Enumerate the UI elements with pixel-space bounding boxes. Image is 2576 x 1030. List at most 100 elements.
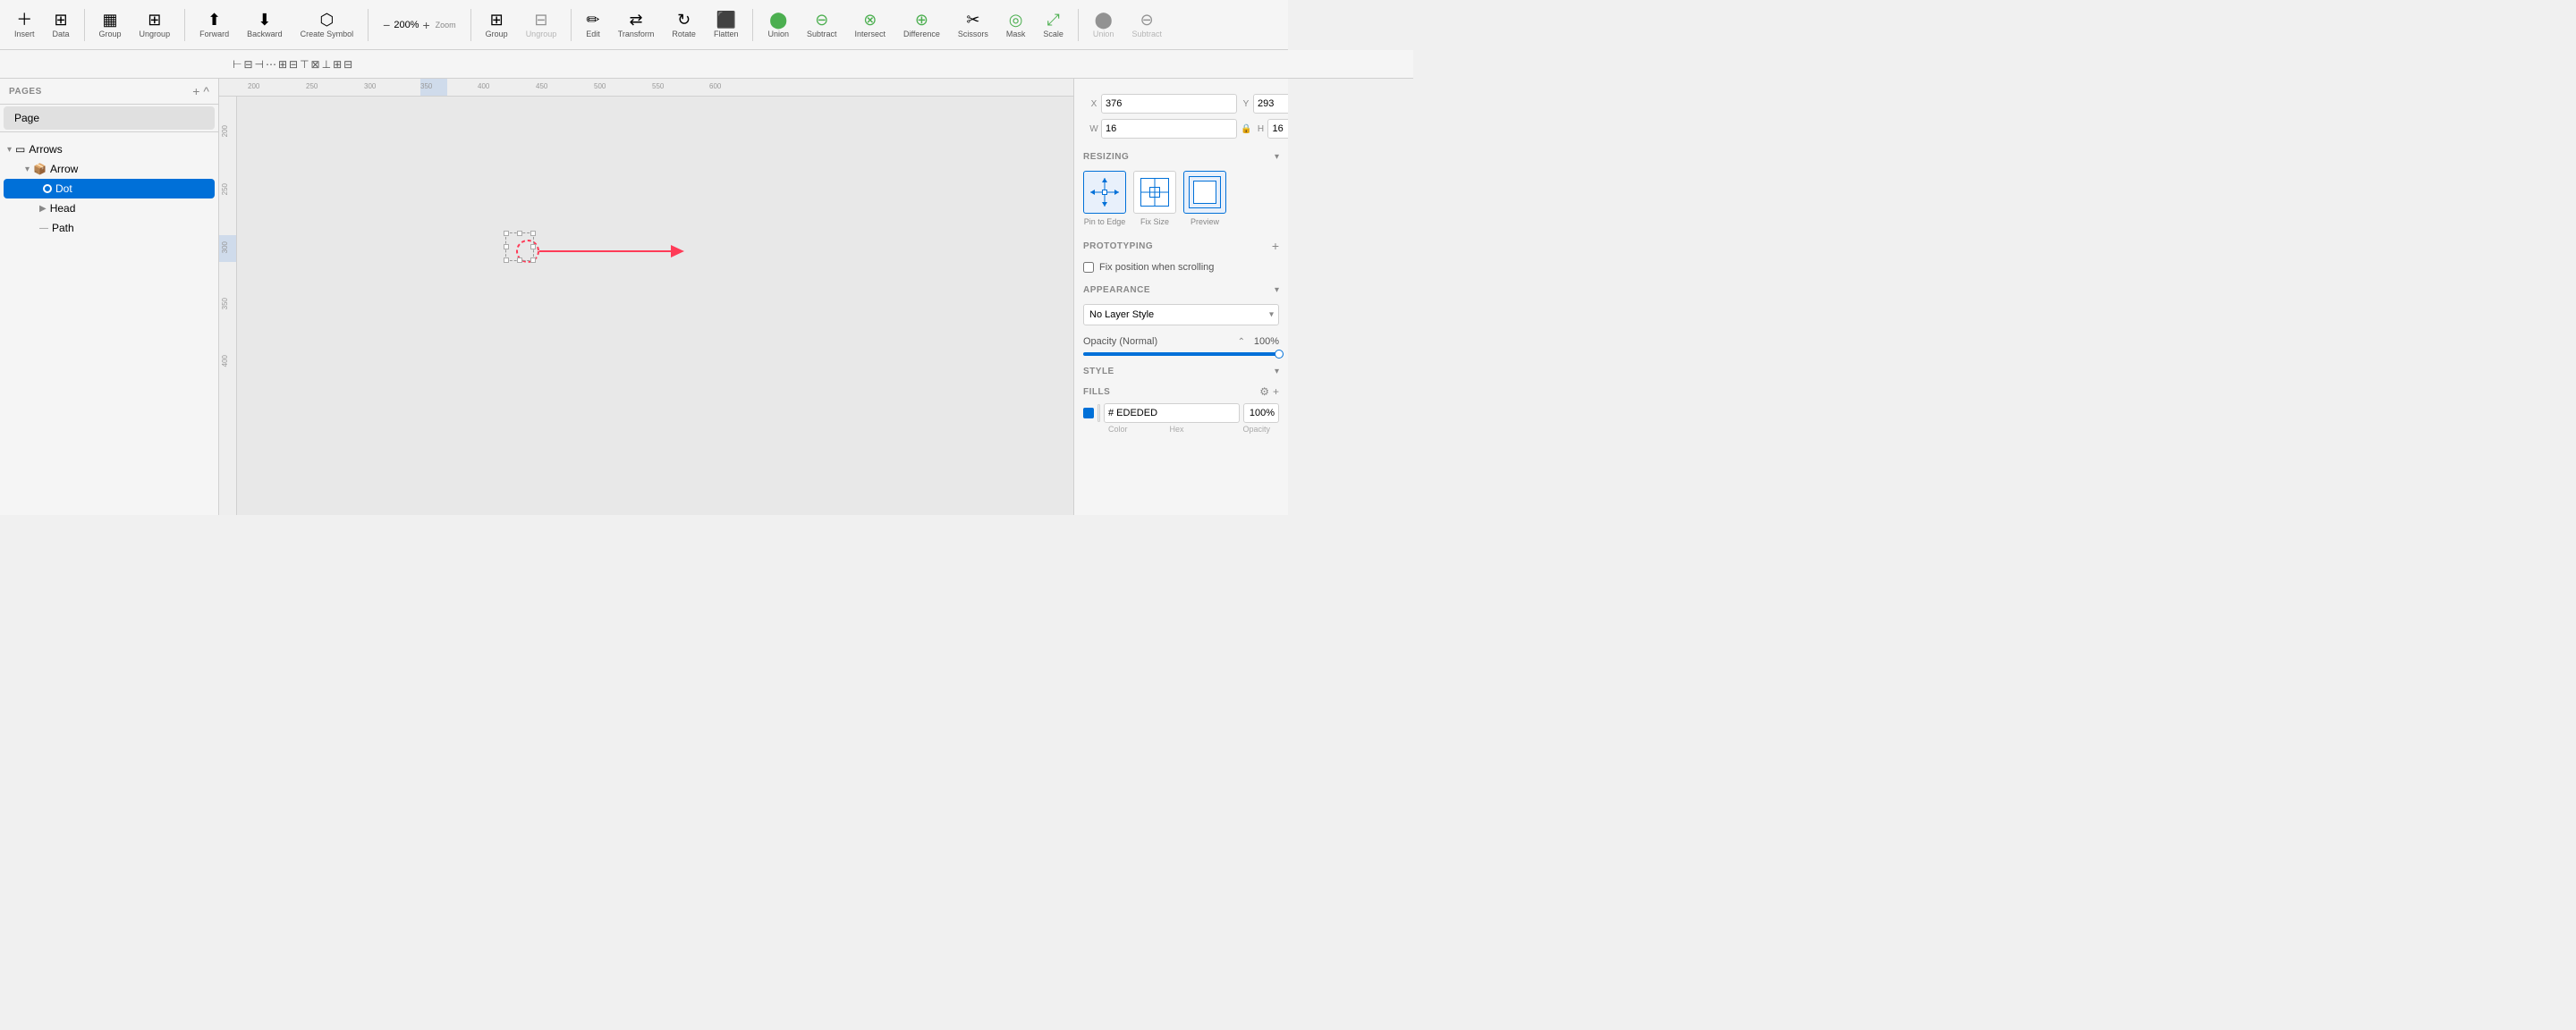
union-button[interactable]: ⬤ Union (760, 8, 796, 42)
resizing-section-header[interactable]: RESIZING ▾ (1074, 147, 1288, 167)
fills-settings-button[interactable]: ⚙ (1259, 385, 1269, 398)
subtract-icon: ⊖ (815, 12, 828, 28)
appearance-section-header[interactable]: APPEARANCE ▾ (1074, 280, 1288, 300)
data-button[interactable]: ⊞ Data (46, 8, 77, 42)
pages-header: PAGES + ^ (0, 79, 218, 105)
pin-to-edge-label: Pin to Edge (1084, 217, 1126, 226)
scale-button[interactable]: ⤢ Scale (1036, 8, 1071, 42)
handle-bm[interactable] (517, 258, 522, 263)
arrow-group-icon: 📦 (33, 163, 47, 175)
appearance-title: APPEARANCE (1083, 285, 1150, 295)
distribute-h-button[interactable]: ⊞ (278, 54, 287, 75)
opacity-slider[interactable] (1083, 352, 1279, 356)
layer-item-dot[interactable]: Dot (4, 179, 215, 198)
handle-bl[interactable] (504, 258, 509, 263)
layer-item-arrow[interactable]: ▾ 📦 Arrow (0, 159, 218, 179)
create-symbol-button[interactable]: ⬡ Create Symbol (293, 8, 361, 42)
opacity-label: Opacity (Normal) (1083, 336, 1233, 347)
ungroup2-button[interactable]: ⊟ Ungroup (519, 8, 564, 42)
scissors-button[interactable]: ✂ Scissors (951, 8, 996, 42)
ruler-mark-550: 550 (652, 82, 664, 90)
align-right-edges-button[interactable]: ⊣ (255, 54, 264, 75)
handle-mr[interactable] (530, 244, 536, 249)
intersect-button[interactable]: ⊗ Intersect (848, 8, 894, 42)
align-centers-h-button[interactable]: ⊟ (243, 54, 252, 75)
lock-aspect-icon[interactable]: 🔒 (1241, 124, 1251, 134)
preview-option[interactable]: Preview (1183, 171, 1226, 226)
canvas-content[interactable] (237, 97, 1073, 515)
align-top-button[interactable]: ⊤ (300, 54, 309, 75)
subtract2-icon: ⊖ (1140, 12, 1154, 28)
divider-6 (752, 9, 753, 41)
add-page-button[interactable]: + (192, 84, 199, 98)
collapse-pages-button[interactable]: ^ (203, 84, 209, 98)
group2-button[interactable]: ⊞ Group (479, 8, 515, 42)
v-ruler-mark-300: 300 (221, 241, 229, 253)
align-option2-button[interactable]: ⊟ (343, 54, 352, 75)
align-middle-button[interactable]: ⊠ (311, 54, 320, 75)
x-input[interactable] (1101, 94, 1237, 114)
layer-item-path[interactable]: — Path (0, 218, 218, 238)
opacity-row: Opacity (Normal) ⌃ 100% (1074, 333, 1288, 350)
ruler-mark-350: 350 (420, 82, 432, 90)
pin-to-edge-option[interactable]: Pin to Edge (1083, 171, 1126, 226)
difference-button[interactable]: ⊕ Difference (896, 8, 947, 42)
forward-icon: ⬆ (208, 12, 221, 28)
handle-tr[interactable] (530, 231, 536, 236)
insert-button[interactable]: ＋ Insert (7, 8, 42, 42)
align-bottom-button[interactable]: ⊥ (322, 54, 331, 75)
h-input[interactable] (1267, 119, 1288, 139)
more-options-button[interactable]: ⋯ (266, 54, 276, 75)
y-field-group: Y (1241, 94, 1288, 114)
handle-tl[interactable] (504, 231, 509, 236)
scissors-label: Scissors (958, 30, 988, 38)
canvas-area[interactable]: 200 250 300 350 400 450 500 550 600 200 … (219, 79, 1073, 515)
fix-position-checkbox[interactable] (1083, 262, 1094, 273)
preview-icon (1189, 176, 1221, 208)
mask-button[interactable]: ◎ Mask (999, 8, 1033, 42)
divider-1 (84, 9, 85, 41)
ruler-mark-200: 200 (248, 82, 259, 90)
group-button[interactable]: ▦ Group (92, 8, 129, 42)
align-left-edges-button[interactable]: ⊢ (233, 54, 242, 75)
fill-enabled-checkbox[interactable] (1083, 408, 1094, 418)
fix-size-option[interactable]: Fix Size (1133, 171, 1176, 226)
fills-add-button[interactable]: + (1273, 385, 1279, 398)
rotate-button[interactable]: ↻ Rotate (665, 8, 703, 42)
ungroup-button[interactable]: ⊞ Ungroup (132, 8, 178, 42)
edit-button[interactable]: ✏ Edit (579, 8, 607, 42)
align-option1-button[interactable]: ⊞ (333, 54, 342, 75)
fill-color-swatch[interactable] (1097, 404, 1100, 422)
y-input[interactable] (1253, 94, 1288, 114)
subtract-button[interactable]: ⊖ Subtract (800, 8, 844, 42)
handle-ml[interactable] (504, 244, 509, 249)
handle-br[interactable] (530, 258, 536, 263)
appearance-toggle-icon: ▾ (1275, 285, 1279, 295)
opacity-slider-thumb[interactable] (1275, 350, 1284, 359)
layer-style-select[interactable]: No Layer Style (1083, 304, 1279, 325)
add-prototype-button[interactable]: + (1272, 239, 1279, 253)
divider-3 (368, 9, 369, 41)
layer-item-head[interactable]: ▶ Head (0, 198, 218, 218)
style-section-header[interactable]: STYLE ▾ (1074, 361, 1288, 382)
w-input[interactable] (1101, 119, 1237, 139)
x-field-group: X (1089, 94, 1237, 114)
transform-button[interactable]: ⇄ Transform (611, 8, 662, 42)
handle-tm[interactable] (517, 231, 522, 236)
union-label: Union (767, 30, 789, 38)
union2-button[interactable]: ⬤ Union (1086, 8, 1122, 42)
subtract2-label: Subtract (1131, 30, 1162, 38)
fill-hex-input[interactable] (1104, 403, 1240, 423)
subtract2-button[interactable]: ⊖ Subtract (1124, 8, 1169, 42)
left-panel: PAGES + ^ Page ▾ ▭ Arrows ▾ (0, 79, 219, 515)
distribute-v-button[interactable]: ⊟ (289, 54, 298, 75)
page-item-page[interactable]: Page (4, 106, 215, 130)
layer-group-arrows[interactable]: ▾ ▭ Arrows (0, 139, 218, 159)
backward-button[interactable]: ⬇ Backward (240, 8, 290, 42)
prototyping-section-header[interactable]: PROTOTYPING + (1074, 233, 1288, 258)
fill-opacity-input[interactable] (1243, 403, 1279, 423)
zoom-out-button[interactable]: − (383, 18, 390, 32)
forward-button[interactable]: ⬆ Forward (192, 8, 236, 42)
flatten-button[interactable]: ⬛ Flatten (707, 8, 746, 42)
zoom-in-button[interactable]: + (422, 18, 429, 32)
